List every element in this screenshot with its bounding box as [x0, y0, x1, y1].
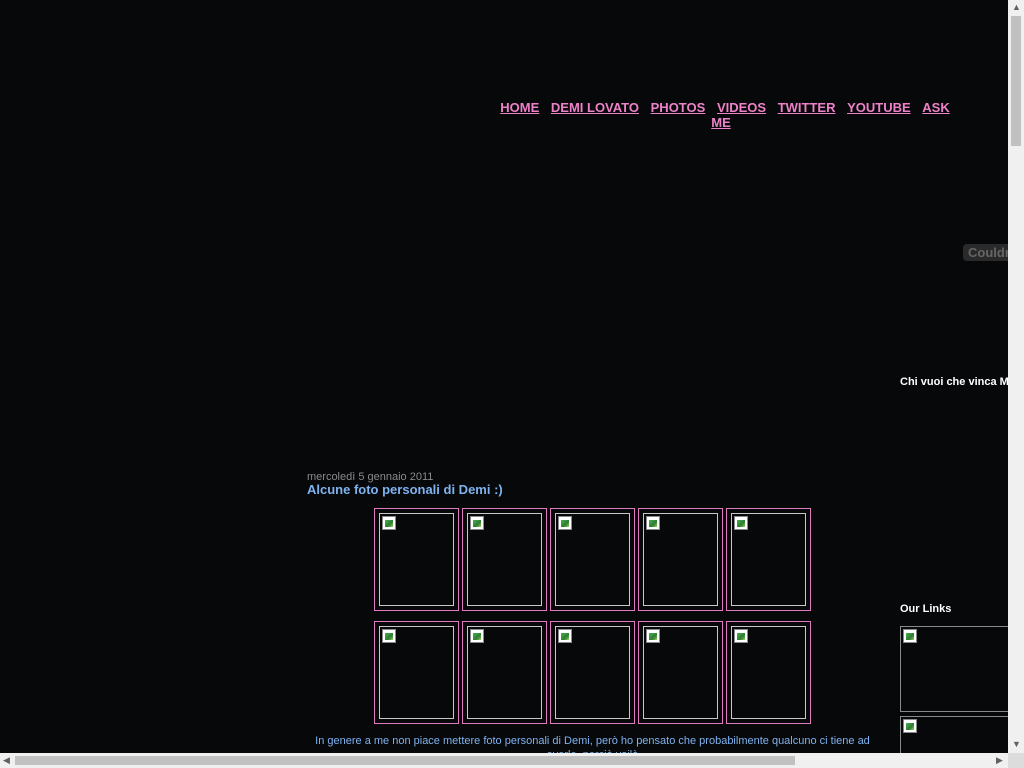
- photo-thumbnail[interactable]: [726, 508, 811, 611]
- broken-image-icon: [646, 629, 660, 643]
- photo-gallery-row-2: [374, 621, 814, 724]
- horizontal-scrollbar[interactable]: ◀ ▶: [0, 753, 1008, 768]
- scrollbar-corner: [1008, 753, 1024, 768]
- vertical-scrollbar[interactable]: ▲ ▼: [1008, 0, 1024, 753]
- nav-youtube[interactable]: YOUTUBE: [847, 100, 911, 115]
- broken-image-icon: [903, 719, 917, 733]
- photo-thumbnail[interactable]: [638, 621, 723, 724]
- nav-demi-lovato[interactable]: DEMI LOVATO: [551, 100, 639, 115]
- photo-thumbnail[interactable]: [726, 621, 811, 724]
- top-navigation: HOME DEMI LOVATO PHOTOS VIDEOS TWITTER Y…: [488, 100, 958, 130]
- nav-photos[interactable]: PHOTOS: [651, 100, 706, 115]
- arrow-right-icon[interactable]: ▶: [996, 756, 1003, 765]
- photo-thumbnail[interactable]: [550, 508, 635, 611]
- broken-image-icon: [382, 516, 396, 530]
- photo-thumbnail[interactable]: [462, 508, 547, 611]
- photo-gallery-row-1: [374, 508, 814, 611]
- broken-image-icon: [646, 516, 660, 530]
- broken-image-icon: [470, 629, 484, 643]
- nav-home[interactable]: HOME: [500, 100, 539, 115]
- arrow-left-icon[interactable]: ◀: [3, 756, 10, 765]
- poll-title: Chi vuoi che vinca M: [900, 376, 1008, 388]
- photo-thumbnail[interactable]: [374, 621, 459, 724]
- nav-videos[interactable]: VIDEOS: [717, 100, 766, 115]
- photo-thumbnail[interactable]: [374, 508, 459, 611]
- broken-image-icon: [734, 629, 748, 643]
- links-title: Our Links: [900, 603, 952, 615]
- broken-image-icon: [903, 629, 917, 643]
- broken-image-icon: [470, 516, 484, 530]
- vertical-scroll-thumb[interactable]: [1011, 16, 1021, 146]
- broken-image-icon: [382, 629, 396, 643]
- arrow-up-icon[interactable]: ▲: [1012, 3, 1021, 12]
- link-banner-1[interactable]: [900, 626, 1014, 712]
- broken-image-icon: [558, 516, 572, 530]
- photo-thumbnail[interactable]: [462, 621, 547, 724]
- arrow-down-icon[interactable]: ▼: [1012, 740, 1021, 749]
- nav-twitter[interactable]: TWITTER: [778, 100, 836, 115]
- photo-thumbnail[interactable]: [550, 621, 635, 724]
- broken-image-icon: [734, 516, 748, 530]
- broken-image-icon: [558, 629, 572, 643]
- link-banner-2[interactable]: [900, 716, 1014, 758]
- post-title[interactable]: Alcune foto personali di Demi :): [307, 482, 503, 497]
- horizontal-scroll-thumb[interactable]: [15, 756, 795, 765]
- photo-thumbnail[interactable]: [638, 508, 723, 611]
